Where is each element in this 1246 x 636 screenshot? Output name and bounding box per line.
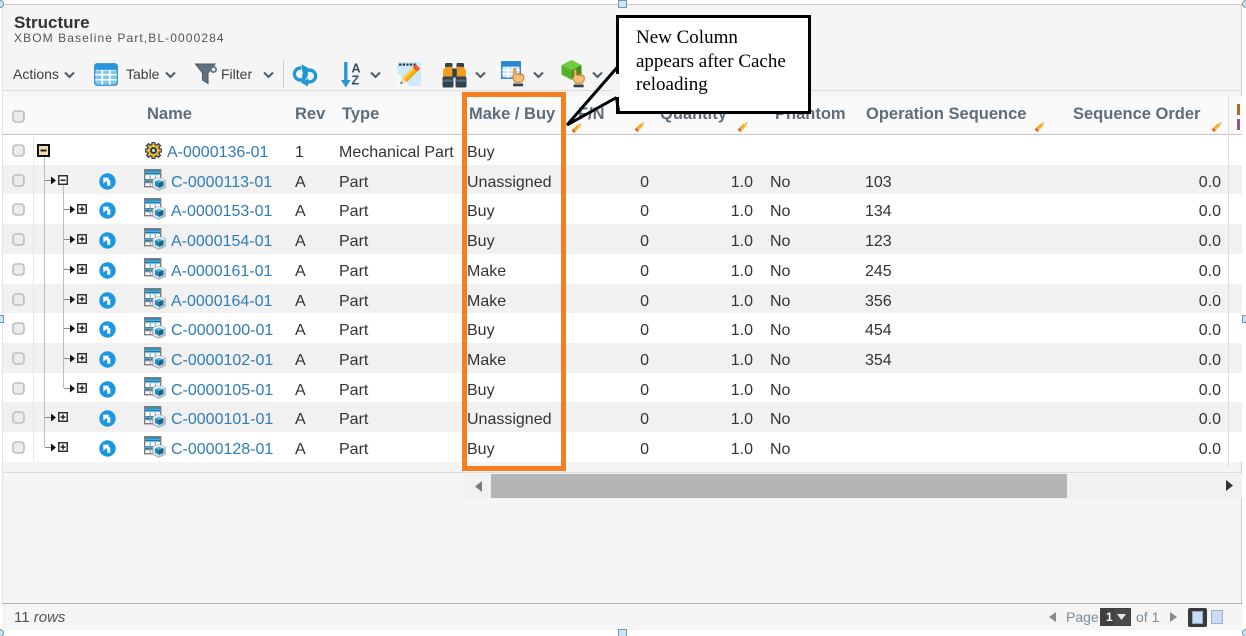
svg-text:New Column: New Column bbox=[636, 27, 738, 48]
svg-text:appears after Cache: appears after Cache bbox=[636, 51, 786, 72]
svg-text:Z: Z bbox=[352, 74, 360, 88]
svg-text:reloading: reloading bbox=[636, 74, 708, 95]
